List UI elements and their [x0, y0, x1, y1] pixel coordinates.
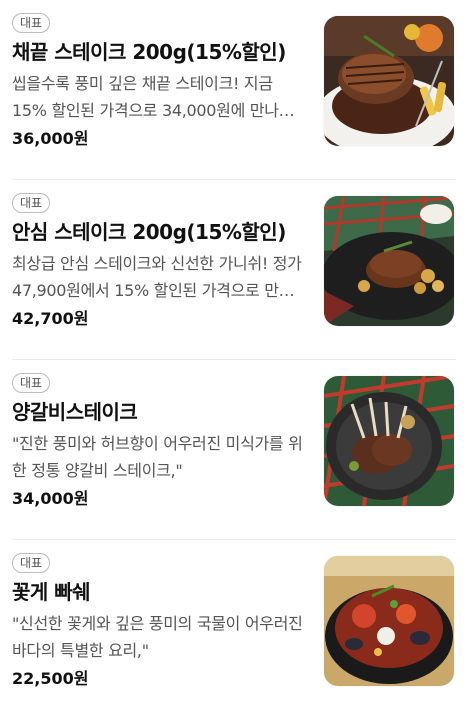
crab-seafood-stew-photo[interactable] [324, 556, 454, 686]
signature-badge: 대표 [12, 553, 51, 573]
menu-item-name: 양갈비스테이크 [12, 400, 138, 424]
steak-tenderloin-image [324, 196, 454, 326]
menu-item[interactable]: 대표 안심 스테이크 200g(15%할인) 최상급 안심 스테이크와 신선한 … [12, 180, 456, 360]
menu-item-text: 대표 채끝 스테이크 200g(15%할인) 씹을수록 풍미 깊은 채끝 스테이… [12, 12, 304, 150]
crab-seafood-image [324, 556, 454, 686]
menu-item[interactable]: 대표 채끝 스테이크 200g(15%할인) 씹을수록 풍미 깊은 채끝 스테이… [12, 0, 456, 180]
menu-item-name: 꽃게 빠쉐 [12, 580, 91, 604]
menu-item-price: 22,500원 [12, 669, 89, 688]
menu-item-name: 채끝 스테이크 200g(15%할인) [12, 40, 286, 64]
menu-item-name: 안심 스테이크 200g(15%할인) [12, 220, 286, 244]
menu-item-description: 최상급 안심 스테이크와 신선한 가니쉬! 정가 47,900원에서 15% 할… [12, 254, 302, 300]
menu-item[interactable]: 대표 양갈비스테이크 "진한 풍미와 허브향이 어우러진 미식가를 위한 정통 … [12, 360, 456, 540]
steak-sirloin-photo[interactable] [324, 16, 454, 146]
menu-item-description: 씹을수록 풍미 깊은 채끝 스테이크! 지금 15% 할인된 가격으로 34,0… [12, 74, 294, 120]
menu-item-description: "신선한 꽃게와 깊은 풍미의 국물이 어우러진 바다의 특별한 요리," [12, 614, 303, 660]
menu-item-description: "진한 풍미와 허브향이 어우러진 미식가를 위한 정통 양갈비 스테이크," [12, 434, 303, 480]
menu-item-price: 36,000원 [12, 129, 89, 148]
steak-tenderloin-photo[interactable] [324, 196, 454, 326]
steak-sirloin-image [324, 16, 454, 146]
signature-badge: 대표 [12, 193, 51, 213]
menu-item-text: 대표 양갈비스테이크 "진한 풍미와 허브향이 어우러진 미식가를 위한 정통 … [12, 372, 304, 510]
menu-item[interactable]: 대표 꽃게 빠쉐 "신선한 꽃게와 깊은 풍미의 국물이 어우러진 바다의 특별… [12, 540, 456, 720]
menu-item-price: 34,000원 [12, 489, 89, 508]
lamb-rack-image [324, 376, 454, 506]
menu-list: 대표 채끝 스테이크 200g(15%할인) 씹을수록 풍미 깊은 채끝 스테이… [0, 0, 468, 720]
menu-item-text: 대표 꽃게 빠쉐 "신선한 꽃게와 깊은 풍미의 국물이 어우러진 바다의 특별… [12, 552, 304, 690]
signature-badge: 대표 [12, 13, 51, 33]
menu-item-text: 대표 안심 스테이크 200g(15%할인) 최상급 안심 스테이크와 신선한 … [12, 192, 304, 330]
menu-item-price: 42,700원 [12, 309, 89, 328]
lamb-rack-photo[interactable] [324, 376, 454, 506]
signature-badge: 대표 [12, 373, 51, 393]
